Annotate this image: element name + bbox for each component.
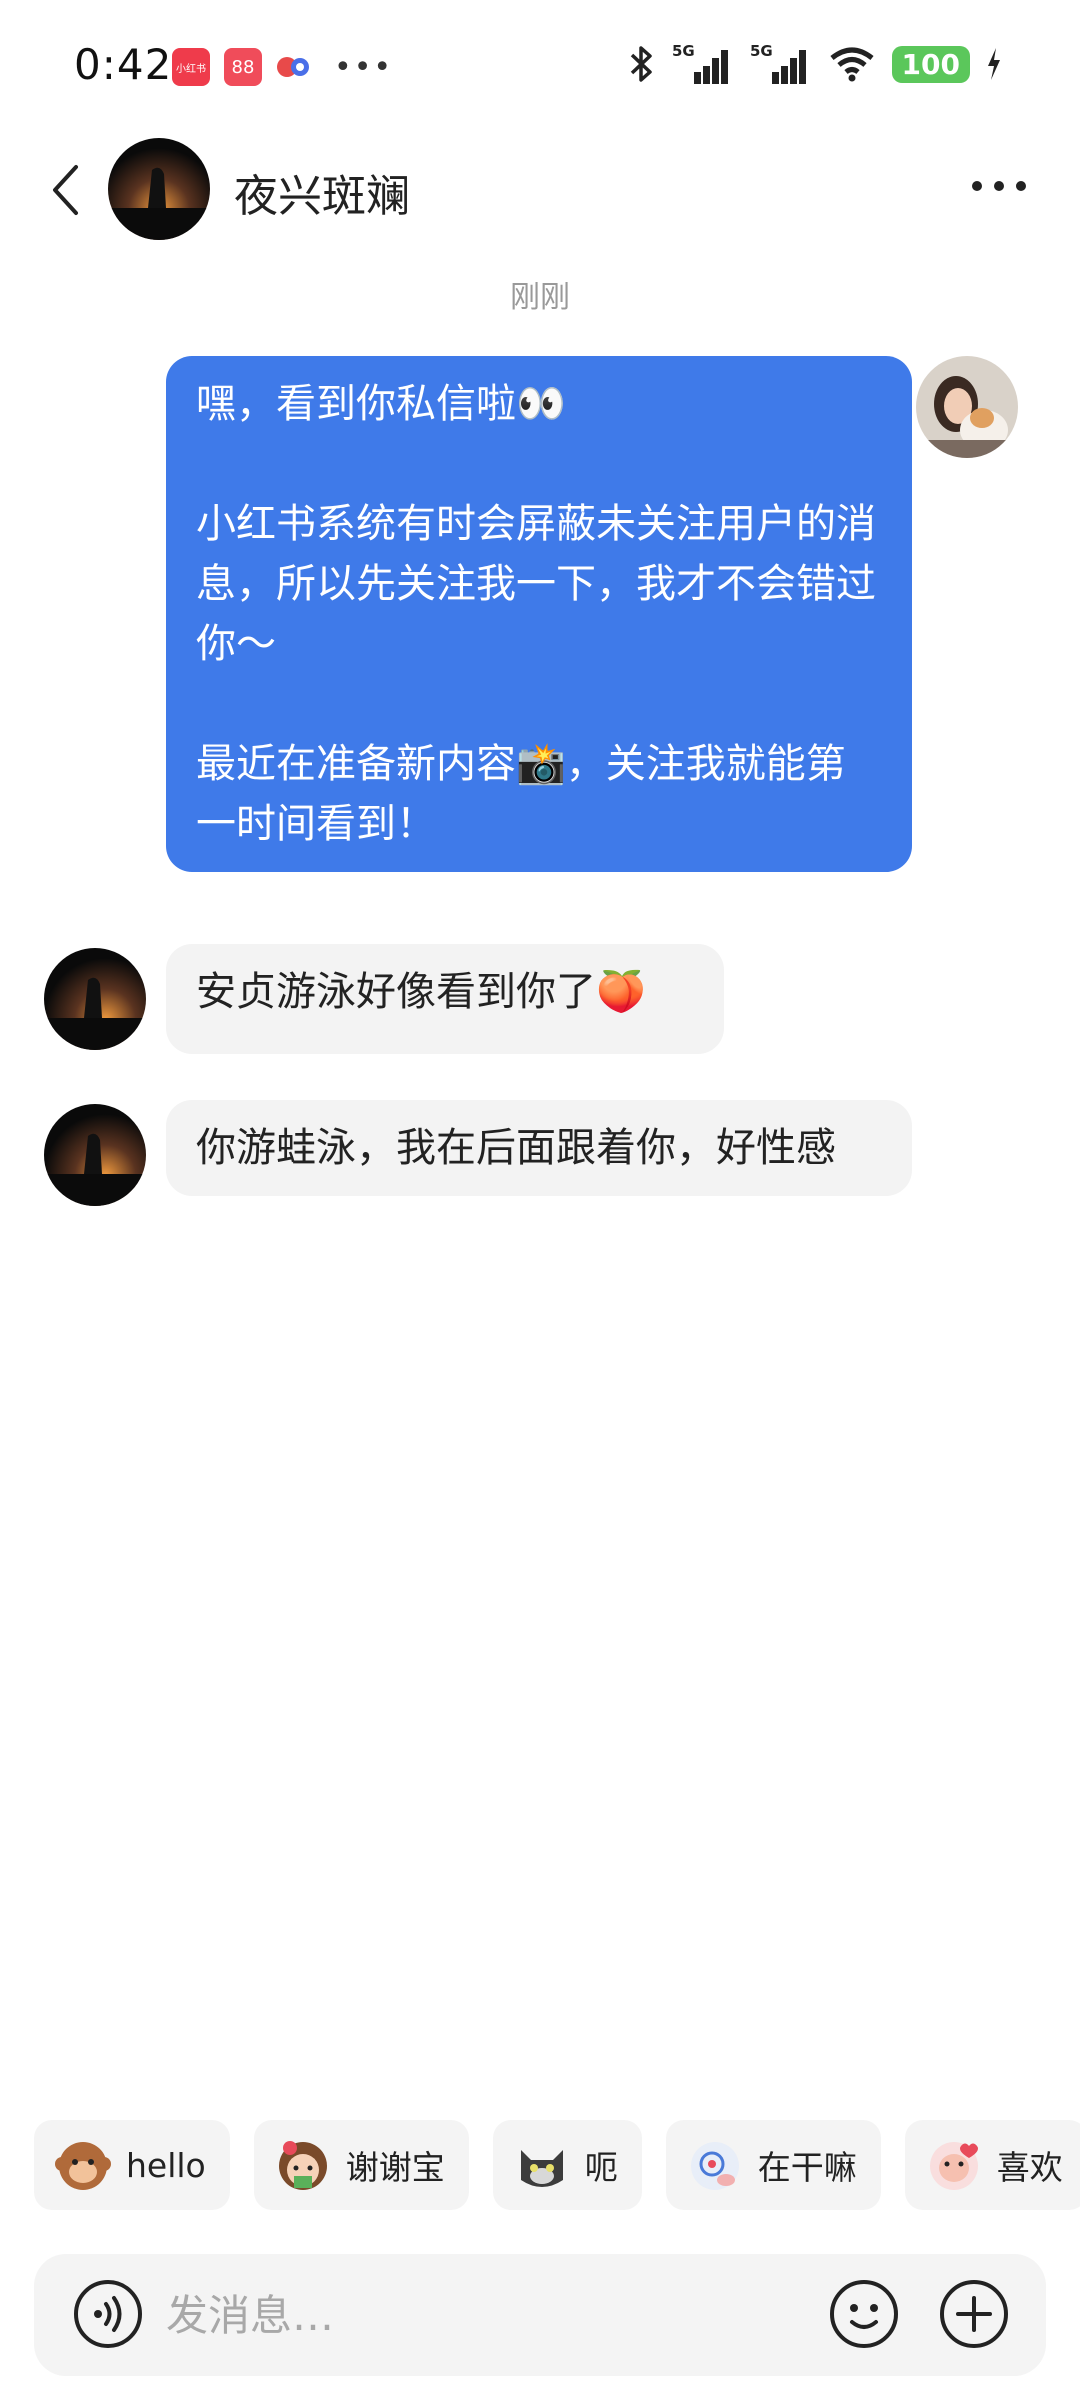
back-button[interactable]	[40, 155, 90, 225]
more-actions-button[interactable]	[938, 2278, 1010, 2350]
chevron-left-icon	[53, 165, 78, 215]
message-text: 嘿，看到你私信啦👀	[196, 381, 566, 427]
status-bar: 0:42 小红书 88 ••• 5G 5G 100	[0, 0, 1080, 130]
svg-text:5G: 5G	[672, 42, 695, 60]
message-input-bar	[34, 2254, 1046, 2376]
message-timestamp: 刚刚	[510, 280, 570, 315]
outgoing-message-bubble[interactable]: 嘿，看到你私信啦👀 小红书系统有时会屏蔽未关注用户的消息，所以先关注我一下，我才…	[166, 356, 912, 872]
battery-indicator: 100	[891, 45, 970, 83]
quick-reply-label: 在干嘛	[757, 2148, 857, 2187]
incoming-message-bubble[interactable]: 安贞游泳好像看到你了🍑	[166, 944, 724, 1054]
more-horizontal-icon	[972, 181, 1026, 191]
charging-icon	[988, 48, 1000, 80]
incoming-message-bubble[interactable]: 你游蛙泳，我在后面跟着你，好性感	[166, 1100, 912, 1196]
message-text: 你游蛙泳，我在后面跟着你，好性感	[196, 1125, 836, 1171]
signal-5g-icon: 5G	[672, 42, 728, 84]
quick-reply-chip[interactable]: 谢谢宝	[253, 2120, 469, 2210]
bluetooth-icon	[630, 46, 652, 82]
quick-reply-label: hello	[126, 2145, 206, 2185]
love-emoji-icon	[925, 2136, 983, 2194]
quick-reply-label: 呃	[584, 2148, 618, 2187]
contact-avatar[interactable]	[108, 138, 210, 240]
monkey-emoji-icon	[54, 2136, 112, 2194]
status-indicators: 5G 5G 100	[628, 42, 1002, 86]
chat-header: 夜兴斑斓	[0, 130, 1080, 250]
quick-reply-chip[interactable]: 在干嘛	[665, 2120, 881, 2210]
quick-reply-label: 谢谢宝	[345, 2148, 445, 2187]
wifi-icon	[829, 47, 874, 82]
cat-emoji-icon	[513, 2136, 571, 2194]
quick-reply-chip[interactable]: 喜欢	[904, 2120, 1080, 2210]
emoji-button[interactable]	[828, 2278, 900, 2350]
quick-reply-chip[interactable]: hello	[34, 2120, 230, 2210]
message-text: 最近在准备新内容📸，关注我就能第一时间看到！	[196, 741, 846, 847]
plus-circle-icon	[940, 2280, 1008, 2348]
contact-avatar[interactable]	[44, 948, 146, 1050]
message-text: 安贞游泳好像看到你了🍑	[196, 969, 646, 1015]
xiaohongshu-app-icon: 小红书	[172, 48, 210, 86]
voice-icon	[74, 2280, 142, 2348]
social-app-icon	[277, 57, 309, 77]
smiley-icon	[830, 2280, 898, 2348]
contact-name: 夜兴斑斓	[234, 171, 410, 222]
more-options-button[interactable]	[964, 156, 1034, 216]
status-time: 0:42	[74, 40, 173, 89]
message-text: 小红书系统有时会屏蔽未关注用户的消息，所以先关注我一下，我才不会错过你～	[196, 501, 876, 667]
contact-avatar[interactable]	[44, 1104, 146, 1206]
girl-flower-emoji-icon	[274, 2136, 332, 2194]
signal-5g-icon: 5G	[750, 42, 806, 84]
app-88-icon: 88	[224, 48, 262, 86]
svg-text:5G: 5G	[750, 42, 773, 60]
voice-button[interactable]	[72, 2278, 144, 2350]
peek-emoji-icon	[686, 2136, 744, 2194]
message-input[interactable]	[166, 2276, 806, 2354]
my-avatar[interactable]	[916, 356, 1018, 458]
quick-reply-chip[interactable]: 呃	[492, 2120, 642, 2210]
quick-reply-bar: hello 谢谢宝 呃 在干嘛 喜欢	[34, 2120, 1080, 2210]
more-notifications-icon: •••	[334, 49, 394, 85]
notification-icons: 小红书 88 •••	[172, 48, 393, 86]
quick-reply-label: 喜欢	[996, 2148, 1063, 2187]
